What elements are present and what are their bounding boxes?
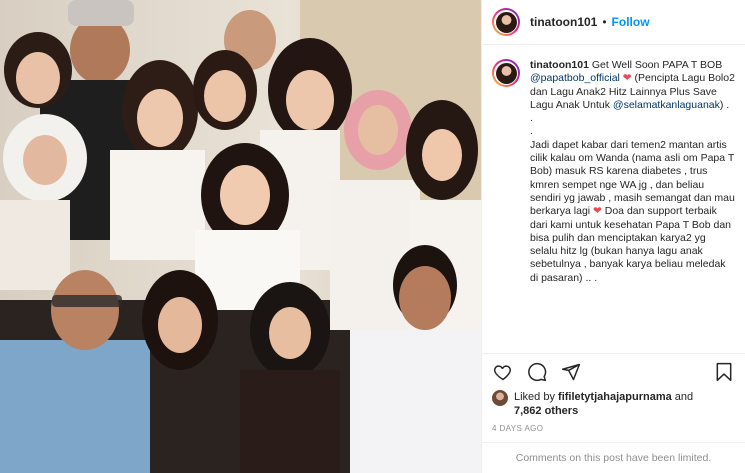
comment-icon[interactable] (526, 361, 548, 383)
caption-text-1: Get Well Soon PAPA T BOB (591, 59, 726, 71)
likes-summary: Liked by fifiletytjahajapurnama and 7,862… (482, 390, 745, 418)
paper-plane-icon[interactable] (560, 361, 582, 383)
action-bar (482, 353, 745, 390)
mention-selamatkanlaguanak[interactable]: @selamatkanlaguanak (613, 99, 720, 111)
heart-emoji-2: ❤ (593, 205, 602, 218)
comments-limited-notice: Comments on this post have been limited. (482, 442, 745, 473)
author-username[interactable]: tinatoon101 (530, 15, 597, 29)
post-sidebar: tinatoon101 • Follow tinatoon101 Get Wel… (481, 0, 745, 473)
bookmark-icon[interactable] (713, 361, 735, 383)
likes-prefix: Liked by (514, 391, 559, 403)
liker-avatar[interactable] (492, 390, 508, 406)
post-timestamp[interactable]: 4 DAYS AGO (482, 418, 745, 442)
header-separator: • (602, 15, 607, 29)
heart-emoji: ❤ (622, 72, 632, 85)
caption-avatar[interactable] (492, 59, 520, 87)
instagram-post: tinatoon101 • Follow tinatoon101 Get Wel… (0, 0, 745, 473)
liker-username[interactable]: fifiletytjahajapurnama (558, 391, 672, 403)
caption-username[interactable]: tinatoon101 (530, 59, 589, 71)
caption-block: tinatoon101 Get Well Soon PAPA T BOB @pa… (482, 45, 745, 353)
post-photo[interactable] (0, 0, 481, 473)
heart-outline-icon[interactable] (492, 361, 514, 383)
post-header: tinatoon101 • Follow (482, 0, 745, 45)
likes-count[interactable]: 7,862 others (514, 405, 578, 417)
group-photo-illustration (0, 0, 481, 473)
caption-text-3: ) . . . Jadi dapet kabar dari temen2 man… (530, 98, 735, 218)
likes-text: Liked by fifiletytjahajapurnama and 7,862… (514, 390, 693, 418)
caption-text: tinatoon101 Get Well Soon PAPA T BOB @pa… (530, 59, 735, 353)
follow-button[interactable]: Follow (612, 15, 650, 29)
likes-connector: and (671, 391, 694, 403)
author-avatar[interactable] (492, 8, 520, 36)
mention-papatbob[interactable]: @papatbob_official (530, 72, 620, 84)
